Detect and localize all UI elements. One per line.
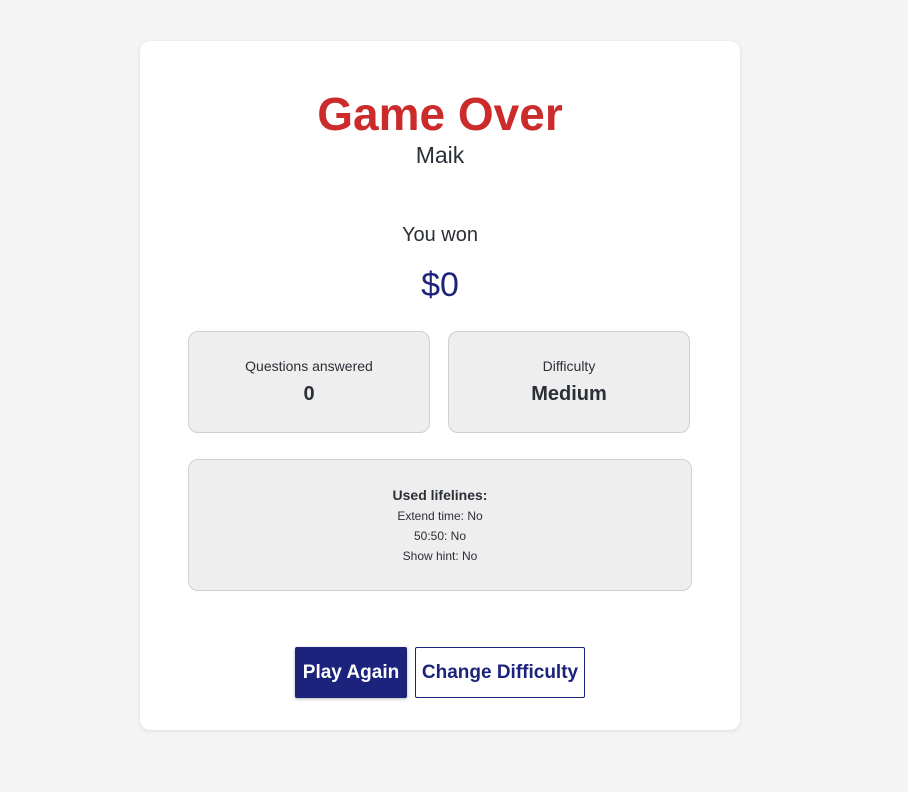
game-over-card: Game Over Maik You won $0 Questions answ…: [140, 41, 740, 730]
won-label: You won: [402, 224, 478, 246]
difficulty-label: Difficulty: [542, 358, 596, 374]
prize-amount: $0: [421, 266, 459, 304]
change-difficulty-button[interactable]: Change Difficulty: [415, 647, 585, 698]
questions-answered-box: Questions answered 0: [188, 331, 430, 433]
questions-answered-value: 0: [303, 383, 315, 405]
used-lifelines-title: Used lifelines:: [392, 487, 488, 503]
lifeline-show-hint: Show hint: No: [402, 549, 478, 563]
difficulty-value: Medium: [531, 383, 607, 405]
difficulty-box: Difficulty Medium: [448, 331, 690, 433]
lifeline-extend-time: Extend time: No: [397, 509, 483, 523]
game-over-title: Game Over: [317, 88, 563, 140]
used-lifelines-box: Used lifelines: Extend time: No 50:50: N…: [188, 459, 692, 591]
play-again-button[interactable]: Play Again: [295, 647, 407, 698]
player-name: Maik: [415, 142, 465, 168]
lifeline-fifty-fifty: 50:50: No: [413, 529, 467, 543]
questions-answered-label: Questions answered: [245, 358, 373, 374]
